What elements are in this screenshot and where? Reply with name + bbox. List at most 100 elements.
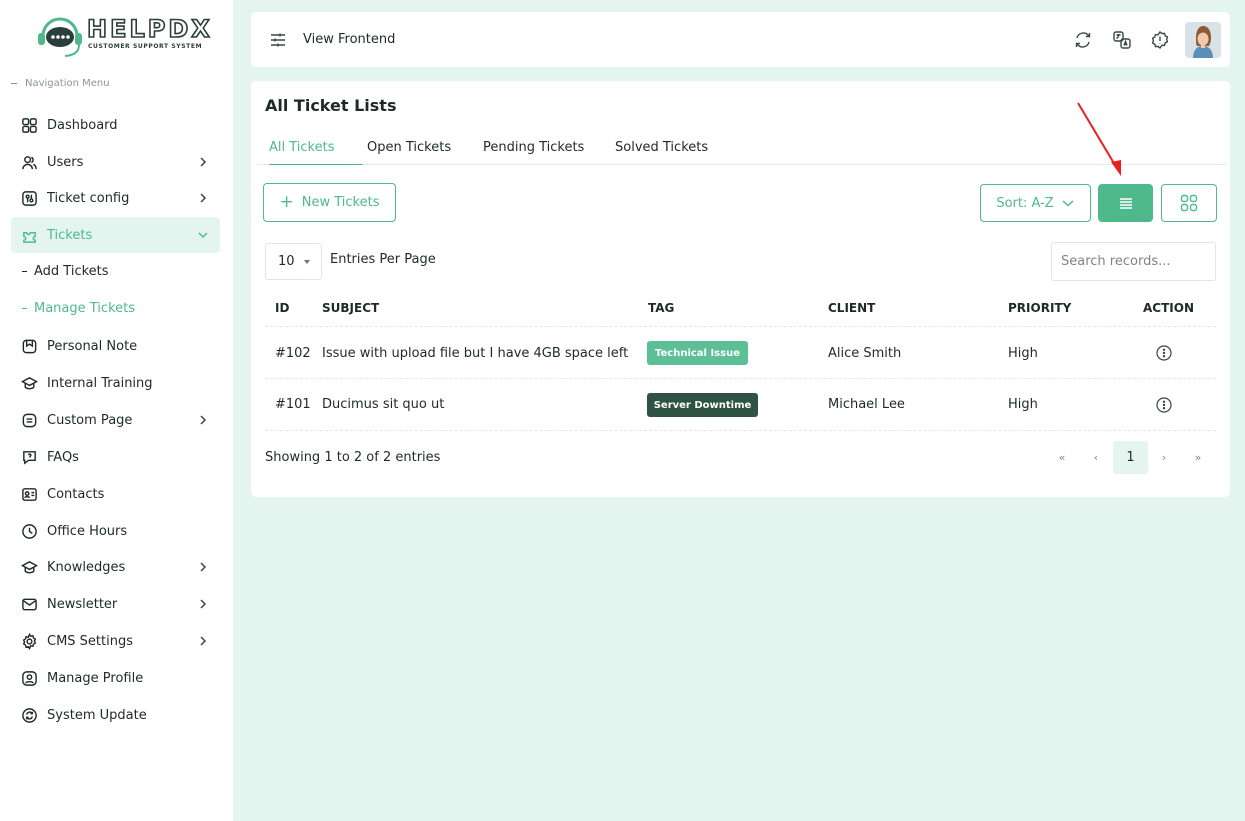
chevron-down-icon xyxy=(196,228,210,242)
table-divider xyxy=(265,378,1216,379)
pagination-next[interactable]: › xyxy=(1149,441,1179,474)
chevron-right-icon xyxy=(196,634,210,648)
chevron-down-icon xyxy=(1062,200,1074,207)
knowledge-icon xyxy=(20,558,38,576)
clock-icon xyxy=(20,522,38,540)
users-icon xyxy=(20,153,38,171)
entries-per-page-select[interactable]: 10 xyxy=(265,243,322,280)
sidebar-item-label: Knowledges xyxy=(47,559,126,575)
tag-badge: Server Downtime xyxy=(647,393,758,417)
avatar[interactable] xyxy=(1185,22,1221,58)
sidebar-item-cms-settings[interactable]: CMS Settings xyxy=(11,623,220,659)
language-translate-icon[interactable] xyxy=(1112,30,1132,50)
sidebar-item-office-hours[interactable]: Office Hours xyxy=(11,513,220,549)
table-divider xyxy=(265,326,1216,327)
refresh-icon[interactable] xyxy=(1073,30,1093,50)
pagination-first[interactable]: « xyxy=(1047,441,1077,474)
sidebar-item-label: Dashboard xyxy=(47,117,118,133)
brand-name: HELPDX xyxy=(86,14,213,44)
tab-solved-tickets[interactable]: Solved Tickets xyxy=(615,140,708,165)
plus-icon: + xyxy=(279,192,294,212)
ticket-id[interactable]: #102 xyxy=(275,346,311,361)
pagination-summary: Showing 1 to 2 of 2 entries xyxy=(265,450,441,465)
alert-badge-icon[interactable] xyxy=(1150,30,1170,50)
chevron-right-icon xyxy=(196,191,210,205)
sidebar-item-manage-profile[interactable]: Manage Profile xyxy=(11,660,220,696)
sidebar-item-label: Users xyxy=(47,154,84,170)
sidebar-item-system-update[interactable]: System Update xyxy=(11,697,220,733)
grid-icon xyxy=(1180,194,1198,212)
contacts-icon xyxy=(20,485,38,503)
new-tickets-button[interactable]: + New Tickets xyxy=(263,183,396,222)
sidebar-item-faqs[interactable]: FAQs xyxy=(11,439,220,475)
sidebar-subitem-manage-tickets[interactable]: Manage Tickets xyxy=(22,301,135,316)
sidebar-subitem-add-tickets[interactable]: Add Tickets xyxy=(22,264,109,279)
sidebar-item-label: Custom Page xyxy=(47,412,133,428)
list-icon xyxy=(1119,198,1132,209)
column-header-priority: PRIORITY xyxy=(1008,301,1072,315)
chevron-right-icon xyxy=(196,560,210,574)
update-icon xyxy=(20,706,38,724)
tag-badge: Technical Issue xyxy=(647,341,748,365)
pagination-last[interactable]: » xyxy=(1183,441,1213,474)
sidebar: HELPDX CUSTOMER SUPPORT SYSTEM Navigatio… xyxy=(0,0,233,821)
sidebar-item-label: Contacts xyxy=(47,486,105,502)
note-icon xyxy=(20,337,38,355)
column-header-client: CLIENT xyxy=(828,301,876,315)
pagination-prev[interactable]: ‹ xyxy=(1081,441,1111,474)
sliders-menu-icon[interactable] xyxy=(269,31,287,49)
sidebar-item-contacts[interactable]: Contacts xyxy=(11,476,220,512)
tab-pending-tickets[interactable]: Pending Tickets xyxy=(483,140,584,165)
sidebar-item-ticket-config[interactable]: Ticket config xyxy=(11,180,220,216)
sidebar-item-users[interactable]: Users xyxy=(11,144,220,180)
ticket-subject[interactable]: Ducimus sit quo ut xyxy=(322,397,444,412)
ticket-subject[interactable]: Issue with upload file but I have 4GB sp… xyxy=(322,346,628,361)
sidebar-item-personal-note[interactable]: Personal Note xyxy=(11,328,220,364)
sidebar-item-label: Personal Note xyxy=(47,338,138,354)
logo[interactable]: HELPDX CUSTOMER SUPPORT SYSTEM xyxy=(35,14,211,60)
sidebar-item-label: Manage Profile xyxy=(47,670,144,686)
caret-down-icon xyxy=(304,260,310,264)
view-frontend-link[interactable]: View Frontend xyxy=(303,32,395,47)
sort-dropdown[interactable]: Sort: A-Z xyxy=(980,184,1091,222)
column-header-subject: SUBJECT xyxy=(322,301,380,315)
ticket-config-icon xyxy=(20,189,38,207)
sidebar-item-label: Office Hours xyxy=(47,523,128,539)
tab-open-tickets[interactable]: Open Tickets xyxy=(367,140,451,165)
table-divider xyxy=(265,430,1216,431)
sidebar-item-label: System Update xyxy=(47,707,147,723)
newsletter-icon xyxy=(20,595,38,613)
faq-icon xyxy=(20,448,38,466)
ticket-priority: High xyxy=(1008,346,1038,361)
grid-view-button[interactable] xyxy=(1161,184,1217,222)
pagination-page-1[interactable]: 1 xyxy=(1113,441,1148,474)
brand-tagline: CUSTOMER SUPPORT SYSTEM xyxy=(88,43,203,50)
sidebar-item-label: Tickets xyxy=(47,227,93,243)
sidebar-item-dashboard[interactable]: Dashboard xyxy=(11,107,220,143)
search-input[interactable] xyxy=(1051,242,1216,281)
sidebar-item-custom-page[interactable]: Custom Page xyxy=(11,402,220,438)
ticket-id[interactable]: #101 xyxy=(275,397,311,412)
profile-icon xyxy=(20,669,38,687)
gear-icon xyxy=(20,632,38,650)
headset-logo-icon xyxy=(38,17,82,57)
column-header-action: ACTION xyxy=(1143,301,1194,315)
sidebar-item-label: Newsletter xyxy=(47,596,118,612)
sidebar-item-knowledges[interactable]: Knowledges xyxy=(11,549,220,585)
chevron-right-icon xyxy=(196,155,210,169)
column-header-tag: TAG xyxy=(648,301,675,315)
chevron-right-icon xyxy=(196,413,210,427)
sidebar-item-internal-training[interactable]: Internal Training xyxy=(11,365,220,401)
more-options-icon[interactable] xyxy=(1156,397,1172,413)
top-bar: View Frontend xyxy=(251,12,1230,67)
list-view-button[interactable] xyxy=(1098,184,1153,222)
more-options-icon[interactable] xyxy=(1156,345,1172,361)
column-header-id: ID xyxy=(275,301,290,315)
custom-page-icon xyxy=(20,411,38,429)
tab-all-tickets[interactable]: All Tickets xyxy=(269,140,363,165)
ticket-priority: High xyxy=(1008,397,1038,412)
sidebar-item-newsletter[interactable]: Newsletter xyxy=(11,586,220,622)
sidebar-item-tickets[interactable]: Tickets xyxy=(11,217,220,253)
chevron-right-icon xyxy=(196,597,210,611)
tickets-icon xyxy=(20,226,38,244)
